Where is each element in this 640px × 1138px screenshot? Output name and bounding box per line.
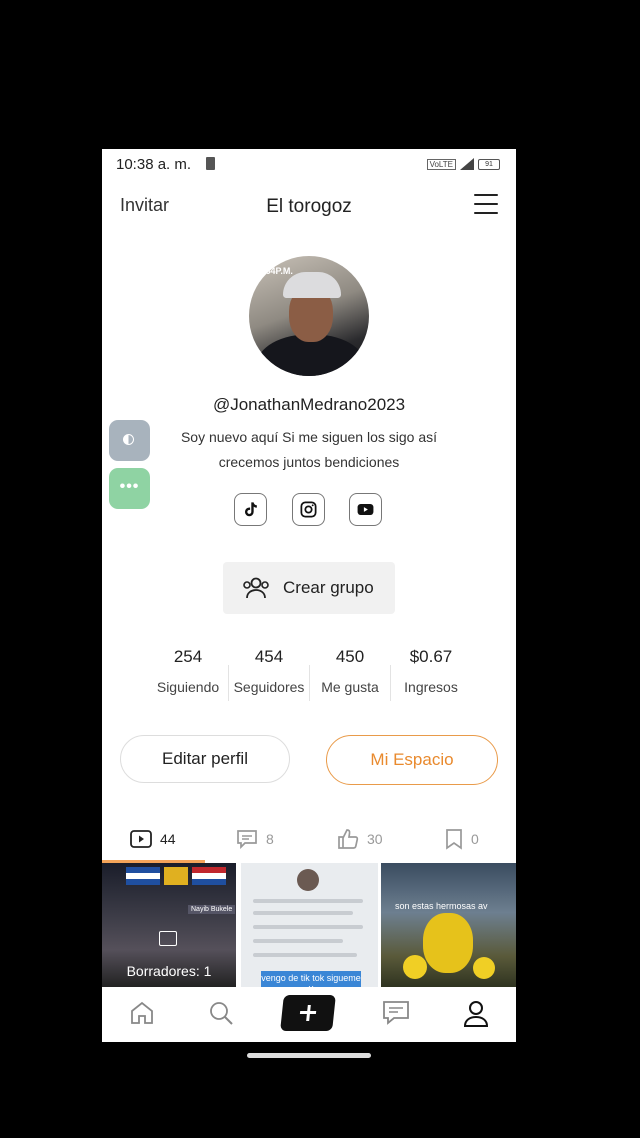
- theme-toggle-button[interactable]: [109, 420, 150, 461]
- create-group-label: Crear grupo: [283, 578, 374, 597]
- my-space-button[interactable]: Mi Espacio: [326, 735, 498, 785]
- status-time: 10:38 a. m.: [116, 156, 192, 173]
- tab-comments[interactable]: 8: [236, 824, 274, 854]
- tab-saved[interactable]: 0: [445, 824, 479, 854]
- avatar-stamp: .54P.M.: [263, 266, 293, 276]
- drafts-tile[interactable]: Nayib Bukele Borradores: 1: [102, 863, 236, 987]
- contrast-icon: [123, 434, 134, 445]
- stat-label: Ingresos: [404, 679, 458, 695]
- tab-count: 30: [367, 831, 383, 847]
- page-title: El torogoz: [266, 196, 352, 217]
- menu-icon[interactable]: [474, 194, 498, 214]
- edit-profile-button[interactable]: Editar perfil: [120, 735, 290, 783]
- profile-handle: @JonathanMedrano2023: [212, 395, 406, 414]
- bottom-nav: [102, 987, 516, 1042]
- profile-bio: Soy nuevo aquí Si me siguen los sigo así…: [180, 429, 438, 470]
- drafts-label: Borradores: 1: [126, 963, 212, 979]
- battery-icon: 91: [478, 158, 500, 170]
- tab-count: 8: [266, 831, 274, 847]
- stat-likes[interactable]: 450 Me gusta: [309, 647, 391, 695]
- sim-icon: [206, 157, 215, 170]
- stat-followers[interactable]: 454 Seguidores: [228, 647, 310, 695]
- stat-earnings[interactable]: $0.67 Ingresos: [390, 647, 472, 695]
- stat-label: Seguidores: [233, 679, 305, 695]
- signal-icon: [460, 158, 474, 170]
- stat-following[interactable]: 254 Siguiendo: [147, 647, 229, 695]
- create-post-button[interactable]: [280, 995, 336, 1031]
- like-icon: [338, 829, 359, 849]
- social-links: [234, 493, 384, 529]
- tab-count: 0: [471, 831, 479, 847]
- stat-value: 454: [254, 647, 284, 666]
- content-tabs: 44 8 30 0: [102, 824, 516, 860]
- create-group-button[interactable]: Crear grupo: [223, 562, 395, 614]
- video-caption: vengo de tik tok sigueme y: [261, 971, 361, 987]
- stat-label: Me gusta: [321, 679, 379, 695]
- status-bar: 10:38 a. m. VoLTE 91: [102, 149, 516, 181]
- bookmark-icon: [446, 829, 462, 850]
- video-tile[interactable]: vengo de tik tok sigueme y: [241, 863, 378, 987]
- video-grid: Nayib Bukele Borradores: 1 vengo de tik …: [102, 863, 516, 987]
- volte-icon: VoLTE: [426, 158, 456, 170]
- profile-icon[interactable]: [462, 999, 490, 1034]
- tab-videos[interactable]: 44: [130, 824, 176, 854]
- drafts-icon: [159, 931, 177, 946]
- comment-icon: [237, 830, 257, 849]
- home-indicator[interactable]: [247, 1053, 371, 1058]
- stat-value: $0.67: [409, 647, 453, 666]
- video-caption: son estas hermosas av: [395, 901, 488, 911]
- more-options-button[interactable]: •••: [109, 468, 150, 509]
- tiktok-icon[interactable]: [234, 493, 267, 526]
- stat-value: 450: [335, 647, 365, 666]
- video-icon: [130, 830, 152, 848]
- avatar[interactable]: .54P.M.: [249, 256, 369, 376]
- messages-icon[interactable]: [381, 999, 411, 1032]
- instagram-icon[interactable]: [292, 493, 325, 526]
- group-icon: [243, 577, 269, 599]
- tab-likes[interactable]: 30: [337, 824, 383, 854]
- top-bar: Invitar El torogoz: [102, 189, 516, 225]
- video-tile[interactable]: son estas hermosas av: [381, 863, 516, 987]
- phone-screen: 10:38 a. m. VoLTE 91 Invitar El torogoz …: [102, 149, 516, 1042]
- stat-value: 254: [173, 647, 203, 666]
- more-icon: •••: [119, 478, 140, 495]
- home-icon[interactable]: [128, 999, 156, 1032]
- profile-stats: 254 Siguiendo 454 Seguidores 450 Me gust…: [147, 647, 471, 707]
- tab-count: 44: [160, 831, 176, 847]
- tile-tag: Nayib Bukele: [188, 905, 236, 914]
- stat-label: Siguiendo: [156, 679, 220, 695]
- status-right: VoLTE 91: [426, 158, 500, 170]
- search-icon[interactable]: [207, 999, 235, 1032]
- youtube-icon[interactable]: [349, 493, 382, 526]
